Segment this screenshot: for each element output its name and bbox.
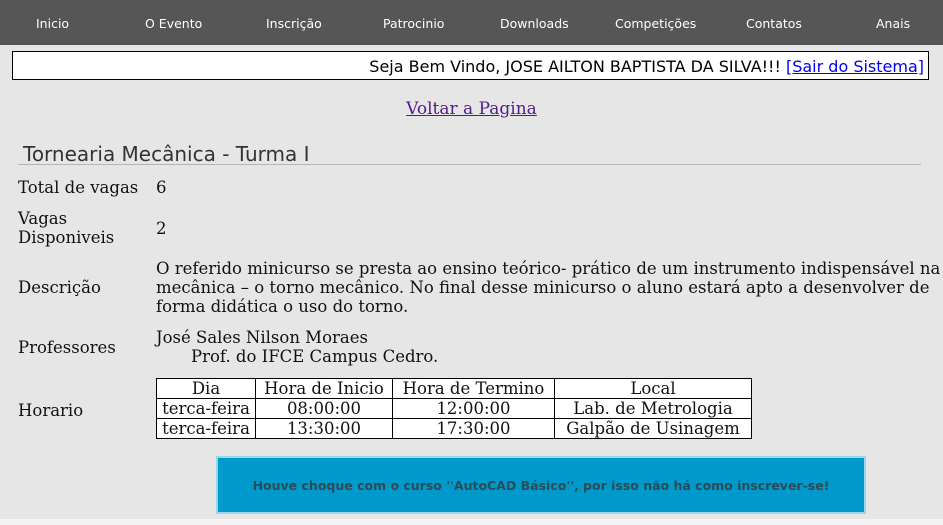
- schedule-header-dia: Dia: [156, 378, 256, 399]
- back-link[interactable]: Voltar a Pagina: [406, 99, 537, 119]
- title-divider: [18, 164, 921, 165]
- schedule-header-local: Local: [554, 378, 752, 399]
- schedule-header-row: Dia Hora de Inicio Hora de Termino Local: [156, 378, 752, 399]
- conflict-notice: Houve choque com o curso ''AutoCAD Básic…: [216, 456, 866, 514]
- table-row: terca-feira 13:30:00 17:30:00 Galpão de …: [156, 418, 752, 439]
- logout-link[interactable]: [Sair do Sistema]: [786, 57, 924, 76]
- schedule-header-hora-termino: Hora de Termino: [392, 378, 555, 399]
- vagas-disponiveis-label: Vagas Disponiveis: [18, 209, 114, 247]
- total-vagas-label: Total de vagas: [18, 178, 139, 197]
- professor-name: José Sales Nilson Moraes: [156, 328, 368, 347]
- schedule-cell-dia: terca-feira: [156, 398, 256, 419]
- table-row: terca-feira 08:00:00 12:00:00 Lab. de Me…: [156, 398, 752, 419]
- schedule-cell-hora-inicio: 08:00:00: [255, 398, 393, 419]
- professor-role: Prof. do IFCE Campus Cedro.: [191, 347, 439, 366]
- nav-item-competicoes[interactable]: Competições: [615, 0, 696, 45]
- back-link-container: Voltar a Pagina: [0, 99, 943, 119]
- total-vagas-value: 6: [156, 178, 167, 197]
- top-nav-bar: Inicio O Evento Inscrição Patrocinio Dow…: [0, 0, 943, 45]
- vagas-disponiveis-label-line1: Vagas: [18, 209, 68, 228]
- welcome-text: Seja Bem Vindo, JOSE AILTON BAPTISTA DA …: [369, 57, 786, 76]
- nav-item-inscricao[interactable]: Inscrição: [266, 0, 322, 45]
- vagas-disponiveis-label-line2: Disponiveis: [18, 228, 115, 247]
- descricao-label: Descrição: [18, 278, 101, 297]
- schedule-cell-local: Lab. de Metrologia: [554, 398, 752, 419]
- nav-item-anais[interactable]: Anais: [876, 0, 910, 45]
- professores-label: Professores: [18, 338, 116, 357]
- horario-label: Horario: [18, 401, 84, 420]
- schedule-cell-local: Galpão de Usinagem: [554, 418, 752, 439]
- schedule-header-hora-inicio: Hora de Inicio: [255, 378, 393, 399]
- descricao-line: mecânica – o torno mecânico. No final de…: [156, 278, 930, 297]
- descricao-text: O referido minicurso se presta ao ensino…: [156, 259, 940, 316]
- nav-item-downloads[interactable]: Downloads: [500, 0, 569, 45]
- vagas-disponiveis-value: 2: [156, 219, 167, 238]
- professores-value: José Sales Nilson Moraes Prof. do IFCE C…: [156, 328, 438, 366]
- schedule-cell-hora-termino: 17:30:00: [392, 418, 555, 439]
- welcome-bar: Seja Bem Vindo, JOSE AILTON BAPTISTA DA …: [12, 51, 929, 80]
- course-title: Tornearia Mecânica - Turma I: [23, 142, 310, 166]
- schedule-table: Dia Hora de Inicio Hora de Termino Local…: [156, 378, 752, 439]
- schedule-cell-hora-termino: 12:00:00: [392, 398, 555, 419]
- descricao-line: forma didática o uso do torno.: [156, 297, 409, 316]
- nav-item-contatos[interactable]: Contatos: [746, 0, 802, 45]
- descricao-line: O referido minicurso se presta ao ensino…: [156, 259, 941, 278]
- schedule-cell-dia: terca-feira: [156, 418, 256, 439]
- nav-item-o-evento[interactable]: O Evento: [145, 0, 202, 45]
- nav-item-inicio[interactable]: Inicio: [36, 0, 69, 45]
- bottom-strip: [0, 519, 943, 525]
- schedule-cell-hora-inicio: 13:30:00: [255, 418, 393, 439]
- nav-item-patrocinio[interactable]: Patrocinio: [383, 0, 444, 45]
